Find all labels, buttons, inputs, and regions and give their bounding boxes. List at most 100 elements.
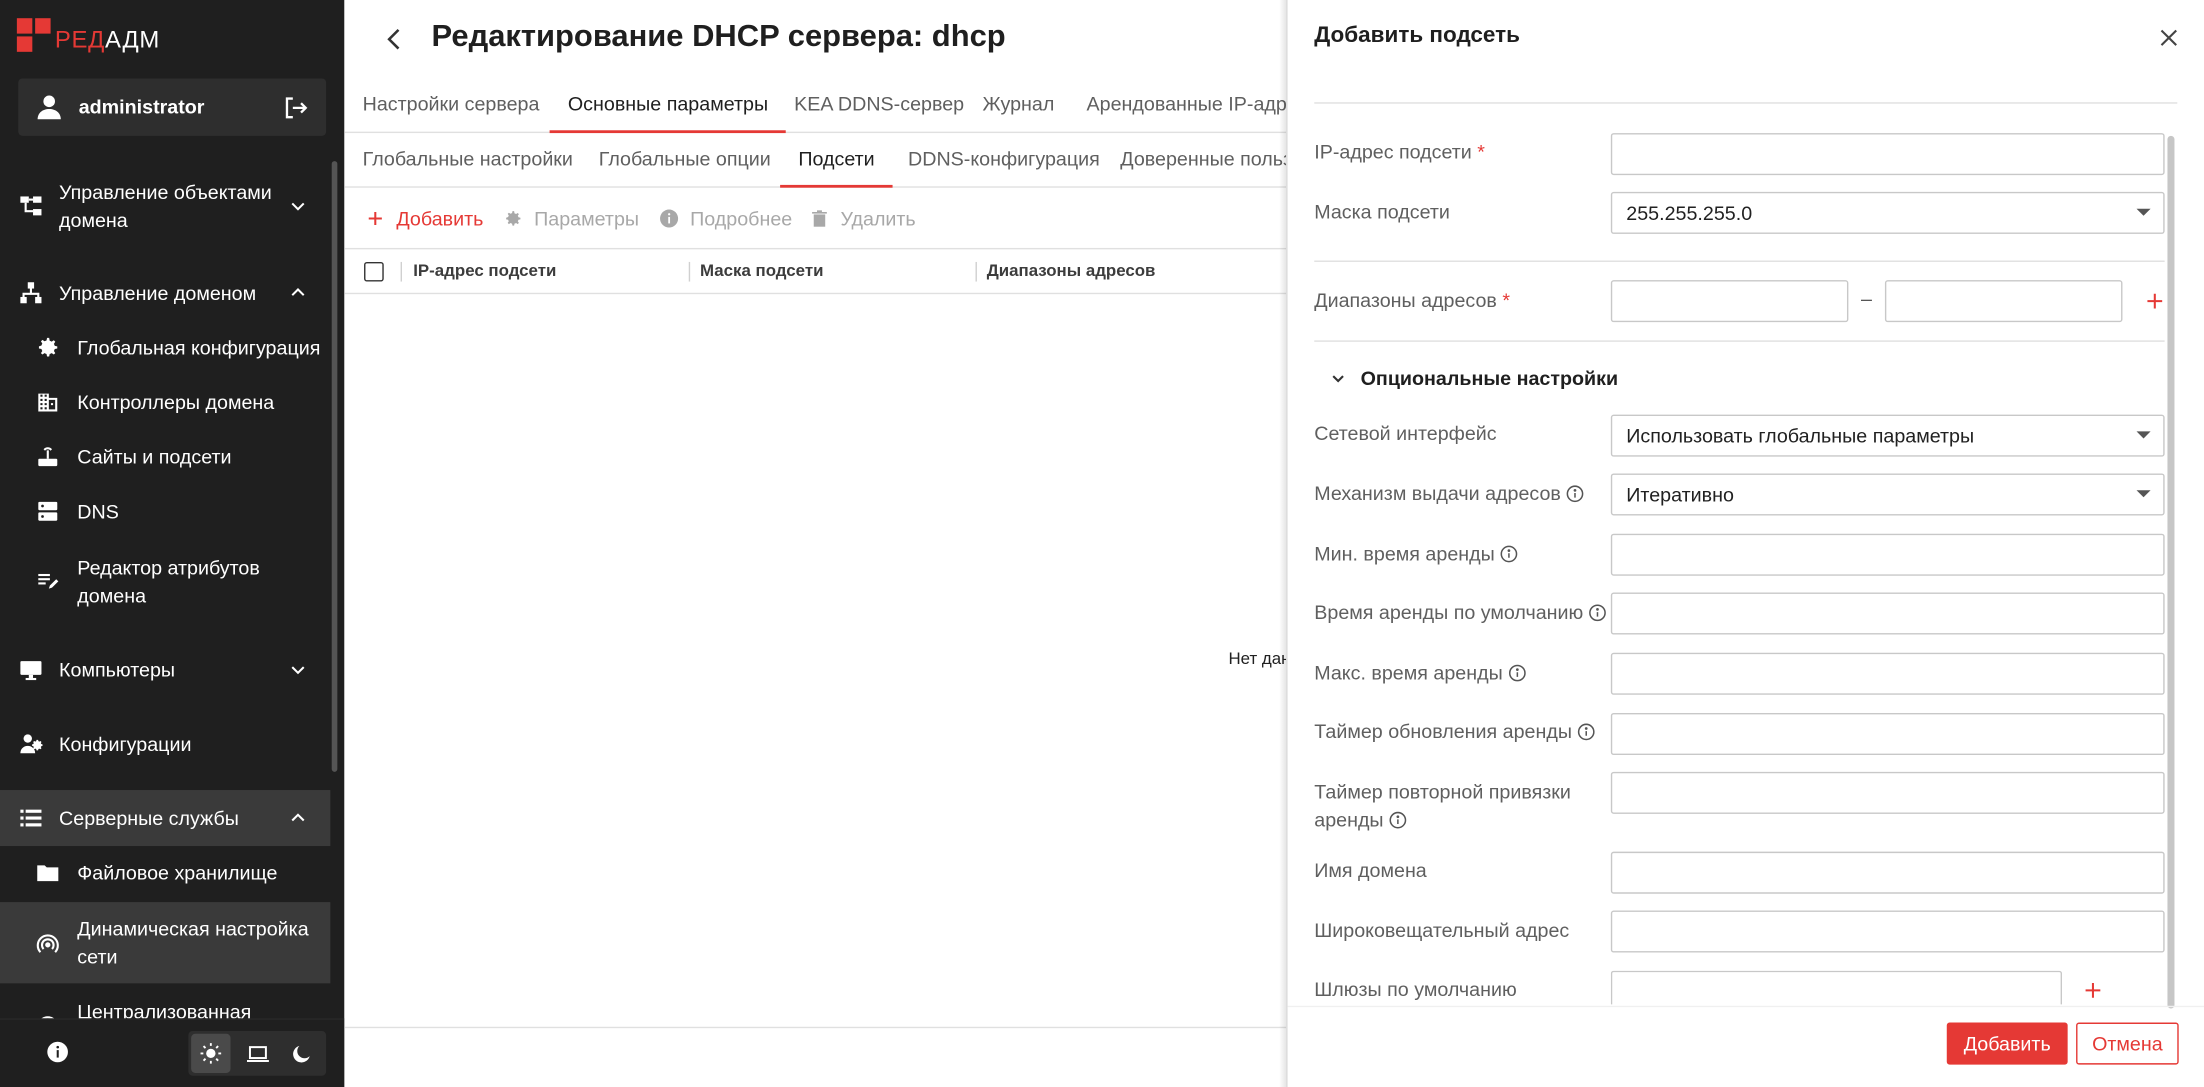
sidebar-item-label: домена (59, 208, 128, 232)
sidebar-item-label: Серверные службы (59, 806, 239, 830)
hierarchy-icon (20, 196, 42, 216)
info-icon[interactable] (1578, 723, 1596, 741)
tab-kea-ddns[interactable]: KEA DDNS-сервер (776, 78, 982, 133)
column-header-ranges[interactable]: Диапазоны адресов (987, 261, 1156, 281)
list-icon (20, 809, 42, 827)
info-icon[interactable] (46, 1041, 68, 1063)
column-header-mask[interactable]: Маска подсети (700, 261, 823, 281)
tab-global-options[interactable]: Глобальные опции (581, 133, 790, 188)
max-lease-input[interactable] (1610, 652, 2165, 695)
moon-icon (293, 1045, 310, 1063)
back-arrow-icon[interactable] (381, 24, 409, 55)
sidebar-item-dns[interactable]: DNS (0, 496, 330, 527)
alloc-value: Итеративно (1626, 483, 1734, 506)
sidebar-item-dhcp[interactable]: Динамическая настройка сети (0, 902, 331, 984)
column-separator[interactable] (975, 261, 977, 282)
column-separator[interactable] (688, 261, 691, 282)
params-button[interactable]: Параметры (503, 205, 639, 233)
dark-theme-button[interactable] (283, 1034, 322, 1073)
sidebar-item-domain-objects[interactable]: Управление объектами домена (0, 174, 330, 238)
sidebar-item-global-config[interactable]: Глобальная конфигурация (0, 332, 330, 363)
domain-name-input[interactable] (1610, 851, 2165, 894)
min-lease-input[interactable] (1610, 533, 2165, 576)
divider (1314, 260, 2165, 262)
caret-down-icon (2136, 208, 2151, 216)
tab-journal[interactable]: Журнал (964, 78, 1072, 133)
sidebar-item-domain-controllers[interactable]: Контроллеры домена (0, 387, 330, 418)
column-separator[interactable] (400, 261, 403, 282)
alloc-select[interactable]: Итеративно (1610, 473, 2165, 516)
optional-settings-toggle[interactable]: Опциональные настройки (1330, 367, 1618, 389)
delete-button-label: Удалить (840, 207, 916, 230)
tab-global-settings[interactable]: Глобальные настройки (344, 133, 591, 188)
light-theme-button[interactable] (191, 1033, 231, 1073)
sidebar-item-label: Файловое хранилище (77, 861, 278, 884)
page-title: Редактирование DHCP сервера: dhcp (431, 18, 1006, 54)
trash-icon (812, 210, 827, 227)
sidebar-item-file-storage[interactable]: Файловое хранилище (0, 857, 330, 888)
subnet-ip-input[interactable] (1610, 133, 2165, 176)
chevron-up-icon (291, 813, 305, 822)
logo: РЕД АДМ (16, 18, 160, 54)
default-lease-label: Время аренды по умолчанию (1314, 598, 1607, 626)
select-all-checkbox[interactable] (364, 261, 384, 282)
info-icon[interactable] (1500, 545, 1518, 563)
info-icon[interactable] (1508, 664, 1526, 682)
monitor-icon (20, 661, 42, 681)
router-icon (38, 447, 58, 467)
range-start-input[interactable] (1610, 280, 1849, 323)
tab-subnets[interactable]: Подсети (780, 133, 893, 188)
column-header-ip[interactable]: IP-адрес подсети (413, 261, 556, 281)
app-window: РЕД АДМ administrator Управление объекта… (0, 0, 2204, 1087)
tab-main-params[interactable]: Основные параметры (549, 78, 787, 134)
sidebar-item-computers[interactable]: Компьютеры (0, 654, 330, 685)
logo-mark-icon (16, 18, 54, 54)
subnet-mask-value: 255.255.255.0 (1626, 201, 1753, 225)
cancel-button[interactable]: Отмена (2076, 1022, 2179, 1065)
details-button-label: Подробнее (690, 207, 793, 230)
info-icon[interactable] (1567, 485, 1585, 503)
rebind-timer-input[interactable] (1610, 771, 2165, 814)
renew-timer-input[interactable] (1610, 712, 2165, 756)
sidebar-item-label: Редактор атрибутов (77, 556, 260, 579)
close-icon[interactable] (2156, 25, 2181, 50)
sidebar-item-sites-subnets[interactable]: Сайты и подсети (0, 441, 330, 472)
ranges-label: Диапазоны адресов * (1314, 288, 1511, 311)
user-panel: administrator (18, 78, 327, 136)
system-theme-button[interactable] (238, 1034, 277, 1073)
add-range-icon[interactable] (2145, 291, 2165, 311)
broadcast-label: Широковещательный адрес (1314, 918, 1570, 942)
broadcast-input[interactable] (1610, 910, 2165, 953)
sidebar-item-label: домена (77, 584, 147, 607)
add-gateway-icon[interactable] (2083, 981, 2103, 1001)
default-lease-input[interactable] (1610, 592, 2165, 635)
net-iface-select[interactable]: Использовать глобальные параметры (1610, 414, 2165, 457)
plus-icon (368, 211, 382, 226)
params-button-label: Параметры (534, 207, 640, 230)
subnet-ip-label: IP-адрес подсети * (1314, 140, 1485, 163)
info-icon[interactable] (1389, 811, 1407, 829)
range-end-input[interactable] (1884, 280, 2123, 323)
caret-down-icon (2136, 490, 2151, 498)
add-button-label: Добавить (396, 207, 484, 230)
delete-button[interactable]: Удалить (810, 205, 916, 233)
sidebar-item-domain-management[interactable]: Управление доменом (0, 277, 330, 308)
divider (1314, 102, 2178, 104)
gateways-input[interactable] (1610, 970, 2063, 1005)
gateways-input-clip (1610, 970, 2063, 1005)
sidebar-scrollbar[interactable] (331, 161, 338, 772)
subnet-mask-select[interactable]: 255.255.255.0 (1610, 191, 2165, 234)
info-icon[interactable] (1589, 604, 1607, 622)
details-button[interactable]: Подробнее (659, 205, 792, 233)
add-button[interactable]: Добавить (365, 205, 483, 233)
sidebar-item-attribute-editor[interactable]: Редактор атрибутов домена (0, 551, 330, 613)
tab-ddns-config[interactable]: DDNS-конфигурация (890, 133, 1118, 188)
add-subnet-drawer: Добавить подсеть IP-адрес подсети * Маск… (1286, 0, 2204, 1087)
sidebar-item-server-services[interactable]: Серверные службы (0, 790, 331, 847)
drawer-scrollbar[interactable] (2167, 135, 2175, 1009)
tab-server-settings[interactable]: Настройки сервера (344, 78, 557, 133)
sidebar-item-configurations[interactable]: Конфигурации (0, 728, 330, 759)
gear-icon (506, 211, 521, 226)
logout-icon[interactable] (281, 94, 309, 122)
submit-button[interactable]: Добавить (1946, 1022, 2068, 1065)
